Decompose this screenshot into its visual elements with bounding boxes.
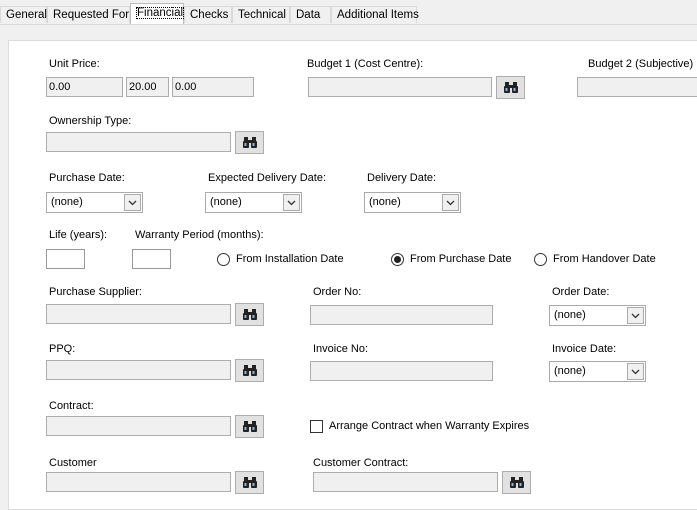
ownership-type-label: Ownership Type: [49, 115, 132, 127]
budget2-label: Budget 2 (Subjective) [588, 58, 694, 70]
binoculars-icon [242, 421, 257, 432]
tab-financial[interactable]: Financial [130, 3, 185, 24]
invoice-date-label: Invoice Date: [552, 343, 617, 355]
chevron-down-icon[interactable] [124, 194, 141, 211]
customer-field[interactable] [46, 472, 231, 492]
binoculars-icon [242, 309, 257, 320]
customer-lookup-button[interactable] [235, 471, 264, 494]
arrange-contract-checkbox[interactable] [310, 420, 323, 433]
delivery-date-combo[interactable]: (none) [364, 192, 461, 213]
order-date-value: (none) [554, 309, 586, 321]
customer-label: Customer [49, 457, 97, 469]
tab-additional-items[interactable]: Additional Items [331, 6, 419, 23]
chevron-down-icon[interactable] [627, 363, 644, 380]
warranty-period-input[interactable] [132, 249, 171, 269]
customer-contract-label: Customer Contract: [313, 457, 409, 469]
binoculars-icon [242, 365, 257, 376]
unit-price-field-3[interactable]: 0.00 [172, 77, 254, 97]
expected-delivery-combo[interactable]: (none) [205, 192, 302, 213]
ownership-lookup-button[interactable] [235, 131, 264, 154]
warranty-period-label: Warranty Period (months): [135, 229, 264, 241]
binoculars-icon [242, 137, 257, 148]
tab-strip: General Requested For Financial Checks T… [0, 0, 697, 25]
chevron-down-icon[interactable] [283, 194, 300, 211]
tab-data[interactable]: Data [290, 6, 331, 23]
ppq-label: PPQ: [49, 343, 76, 355]
purchase-supplier-label: Purchase Supplier: [49, 286, 142, 298]
contract-label: Contract: [49, 400, 94, 412]
radio-from-handover-label: From Handover Date [553, 253, 656, 265]
order-no-field[interactable] [310, 305, 493, 325]
expected-delivery-value: (none) [210, 196, 242, 208]
contract-lookup-button[interactable] [235, 415, 264, 438]
purchase-supplier-field[interactable] [46, 304, 231, 324]
purchase-date-combo[interactable]: (none) [46, 192, 143, 213]
delivery-date-value: (none) [369, 196, 401, 208]
tab-technical[interactable]: Technical [232, 6, 290, 23]
order-date-label: Order Date: [552, 286, 610, 298]
unit-price-field-1[interactable]: 0.00 [46, 77, 123, 97]
tab-checks[interactable]: Checks [184, 6, 232, 23]
radio-from-purchase[interactable] [391, 253, 404, 266]
chevron-down-icon[interactable] [627, 307, 644, 324]
delivery-date-label: Delivery Date: [367, 172, 437, 184]
purchase-supplier-lookup-button[interactable] [235, 303, 264, 326]
order-no-label: Order No: [313, 286, 362, 298]
ppq-field[interactable] [46, 360, 231, 380]
customer-contract-field[interactable] [313, 472, 498, 492]
invoice-no-field[interactable] [310, 361, 493, 381]
ppq-lookup-button[interactable] [235, 359, 264, 382]
order-date-combo[interactable]: (none) [549, 305, 646, 326]
ownership-type-field[interactable] [46, 132, 231, 152]
customer-contract-lookup-button[interactable] [502, 471, 531, 494]
unit-price-field-2[interactable]: 20.00 [126, 77, 169, 97]
radio-from-handover[interactable] [534, 253, 547, 266]
invoice-date-combo[interactable]: (none) [549, 361, 646, 382]
invoice-no-label: Invoice No: [313, 343, 369, 355]
arrange-contract-label: Arrange Contract when Warranty Expires [329, 420, 530, 432]
tab-requested-for[interactable]: Requested For [47, 6, 130, 23]
binoculars-icon [242, 477, 257, 488]
binoculars-icon [509, 477, 524, 488]
purchase-date-label: Purchase Date: [49, 172, 125, 184]
budget1-field[interactable] [308, 77, 492, 97]
life-years-input[interactable] [46, 249, 85, 269]
life-years-label: Life (years): [49, 229, 108, 241]
radio-from-installation-label: From Installation Date [236, 253, 344, 265]
budget2-field[interactable] [577, 77, 697, 97]
purchase-date-value: (none) [51, 196, 83, 208]
expected-delivery-label: Expected Delivery Date: [208, 172, 326, 184]
unit-price-label: Unit Price: [49, 58, 100, 70]
contract-field[interactable] [46, 416, 231, 436]
radio-from-purchase-label: From Purchase Date [410, 253, 512, 265]
tab-general[interactable]: General [0, 6, 47, 23]
radio-from-installation[interactable] [217, 253, 230, 266]
budget1-lookup-button[interactable] [496, 76, 525, 99]
invoice-date-value: (none) [554, 365, 586, 377]
financial-panel [8, 40, 697, 510]
chevron-down-icon[interactable] [442, 194, 459, 211]
budget1-label: Budget 1 (Cost Centre): [307, 58, 424, 70]
binoculars-icon [503, 82, 518, 93]
